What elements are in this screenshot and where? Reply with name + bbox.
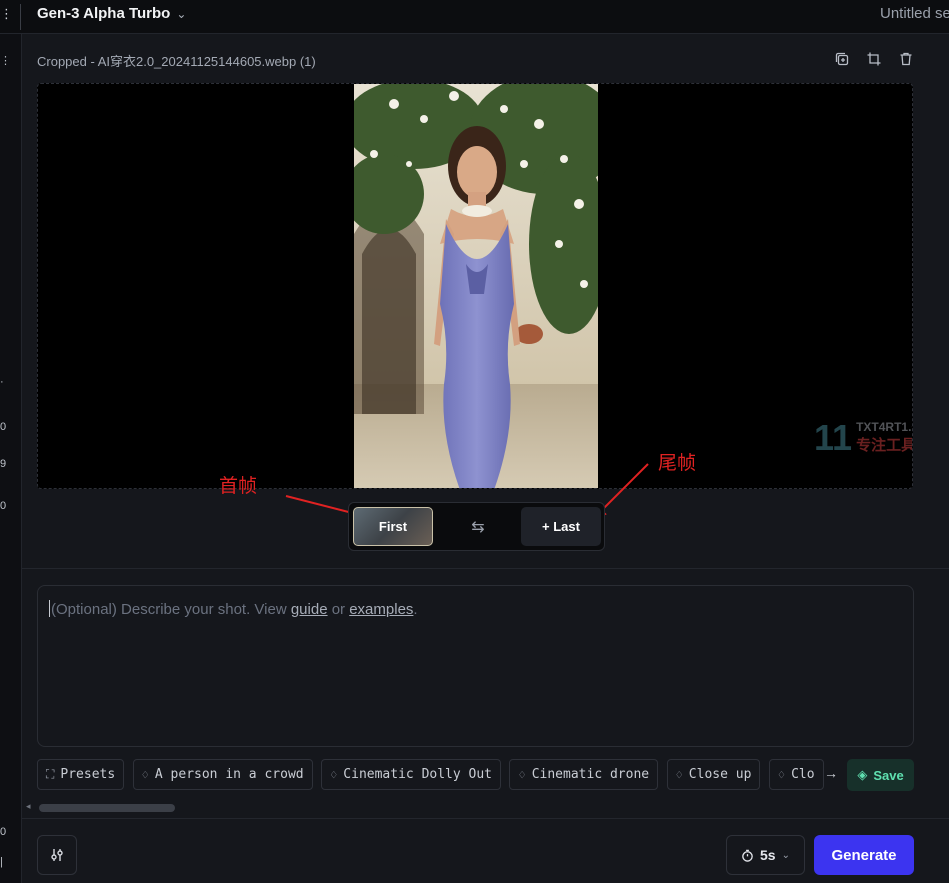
rail-item[interactable]: · — [0, 376, 4, 388]
first-frame-button[interactable]: First — [353, 507, 433, 546]
rail-item[interactable]: 9 — [0, 458, 6, 470]
presets-icon: ⛶ — [46, 767, 55, 781]
frame-selector: First ⇆ + Last — [348, 502, 605, 551]
examples-link[interactable]: examples — [349, 601, 413, 618]
chip-cinematic-dolly-out[interactable]: ♢ Cinematic Dolly Out — [321, 759, 502, 790]
chip-a-person-in-a-crowd[interactable]: ♢ A person in a crowd — [132, 759, 313, 790]
placeholder-text: (Optional) Describe your shot. View — [51, 601, 291, 618]
save-label: Save — [873, 767, 904, 783]
rail-item[interactable]: 0 — [0, 500, 6, 512]
annotation-arrows — [285, 463, 649, 525]
rail-item[interactable]: | — [0, 856, 3, 868]
chevron-down-icon: ⌄ — [176, 6, 187, 21]
rail-item[interactable]: 0 — [0, 421, 6, 433]
duration-value: 5s — [760, 847, 776, 863]
chip-close-up[interactable]: ♢ Close up — [666, 759, 761, 790]
chevron-down-icon: ⌄ — [781, 849, 790, 861]
prompt-chips: ⛶ Presets ♢ A person in a crowd ♢ Cinematic… — [37, 759, 831, 791]
scroll-left-icon[interactable]: ◂ — [26, 801, 31, 812]
chip-label: Clo — [791, 767, 815, 782]
chip-truncated[interactable]: ♢ Clo — [768, 759, 824, 790]
left-rail: ⋮ · 0 9 0 0 | — [0, 34, 22, 883]
lightbulb-icon: ♢ — [675, 767, 683, 782]
chip-label: A person in a crowd — [154, 767, 304, 782]
section-divider — [22, 568, 949, 569]
layers-icon: ◈ — [857, 767, 868, 782]
save-button[interactable]: ◈ Save — [847, 759, 914, 791]
or-text: or — [327, 601, 350, 618]
add-last-frame-button[interactable]: + Last — [521, 507, 601, 546]
guide-link[interactable]: guide — [291, 601, 328, 618]
lightbulb-icon: ♢ — [777, 767, 786, 782]
rail-item[interactable]: 0 — [0, 826, 6, 838]
menu-icon[interactable]: ⋮ — [0, 6, 14, 26]
prompt-placeholder: (Optional) Describe your shot. View guid… — [49, 600, 418, 618]
footer-divider — [22, 818, 949, 819]
swap-frames-icon[interactable]: ⇆ — [461, 507, 495, 546]
chip-cinematic-drone[interactable]: ♢ Cinematic drone — [509, 759, 659, 790]
prompt-textarea[interactable]: (Optional) Describe your shot. View guid… — [37, 585, 914, 747]
placeholder-suffix: . — [413, 601, 418, 618]
model-selector[interactable]: Gen-3 Alpha Turbo ⌄ — [37, 5, 186, 22]
chip-label: Cinematic Dolly Out — [343, 767, 493, 782]
session-title[interactable]: Untitled se — [880, 5, 949, 22]
chips-scrollbar[interactable]: ◂ — [26, 801, 910, 814]
stopwatch-icon — [742, 849, 753, 862]
top-bar: ⋮ Gen-3 Alpha Turbo ⌄ Untitled se — [0, 0, 949, 34]
settings-button[interactable] — [37, 835, 77, 875]
duration-selector[interactable]: 5s ⌄ — [726, 835, 805, 875]
topbar-divider — [20, 4, 21, 30]
chip-label: Close up — [688, 767, 752, 782]
lightbulb-icon: ♢ — [518, 767, 526, 782]
scrollbar-thumb[interactable] — [39, 804, 175, 812]
sliders-icon — [51, 849, 63, 861]
presets-chip[interactable]: ⛶ Presets — [37, 759, 125, 790]
chip-label: Presets — [60, 767, 116, 782]
lightbulb-icon: ♢ — [330, 767, 338, 782]
text-caret — [49, 600, 50, 617]
generate-button[interactable]: Generate — [814, 835, 914, 875]
model-name: Gen-3 Alpha Turbo — [37, 5, 171, 22]
rail-menu-icon[interactable]: ⋮ — [0, 54, 11, 67]
arrow-right-icon[interactable]: → — [824, 765, 838, 781]
chip-label: Cinematic drone — [531, 767, 650, 782]
main-panel: Cropped - AI穿衣2.0_20241125144605.webp (1… — [22, 34, 949, 883]
lightbulb-icon: ♢ — [141, 767, 149, 782]
